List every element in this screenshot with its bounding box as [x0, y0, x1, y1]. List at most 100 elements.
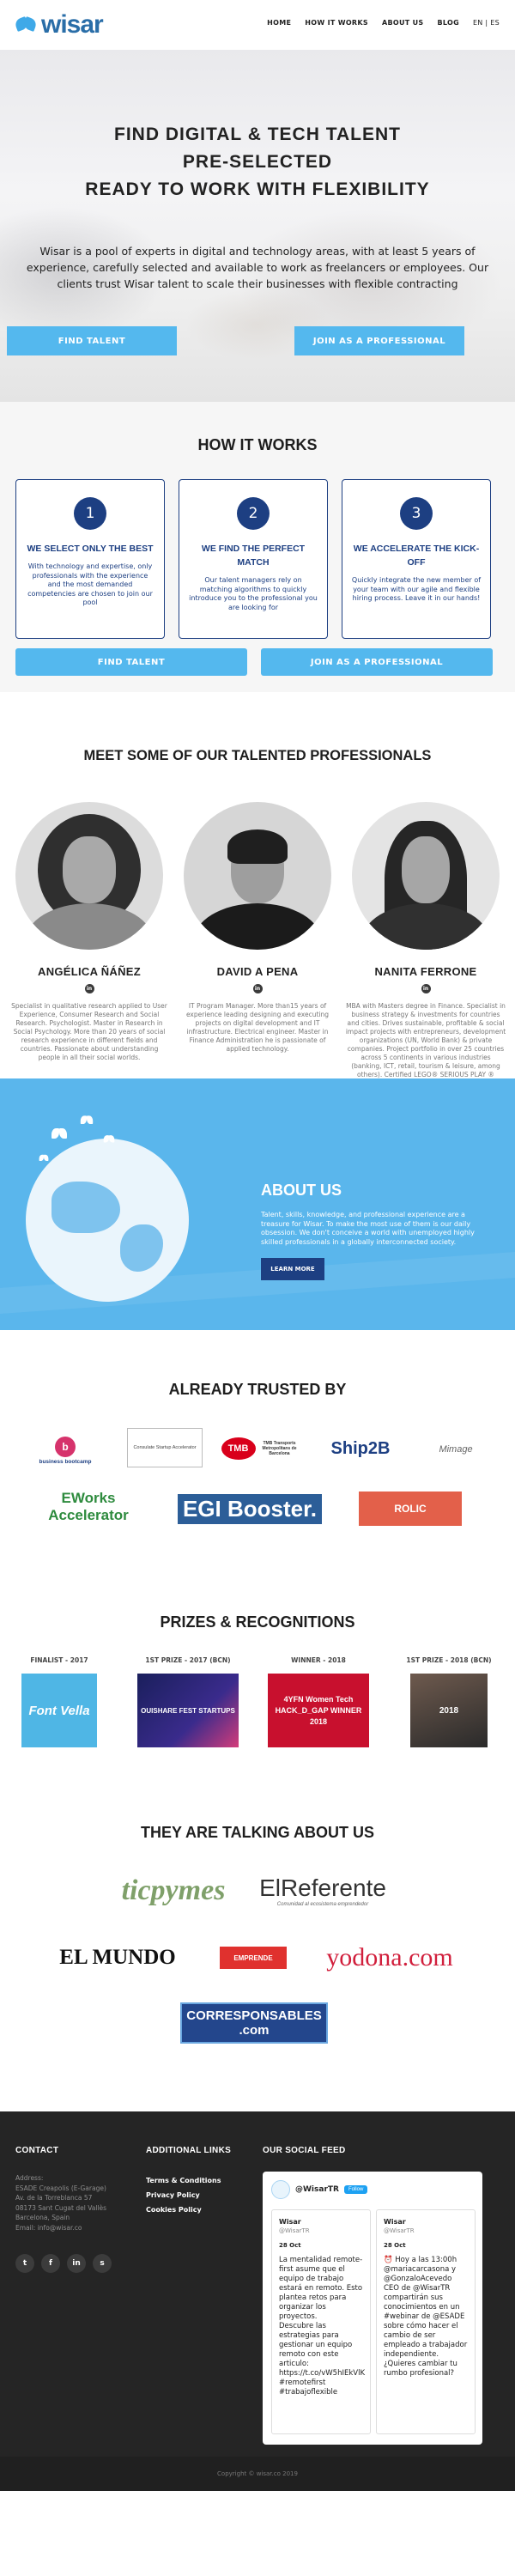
linkedin-icon[interactable]: in — [67, 2254, 86, 2273]
butterfly-icon — [80, 1115, 94, 1125]
butterfly-logo-icon — [14, 13, 38, 37]
step-text: Quickly integrate the new member of your… — [351, 576, 482, 602]
tweet-card[interactable]: Wisar @WisarTR 28 Oct La mentalidad remo… — [271, 2209, 371, 2434]
tweet-card[interactable]: Wisar @WisarTR 28 Oct ⏰ Hoy a las 13:00h… — [376, 2209, 476, 2434]
nav-how-it-works[interactable]: HOW IT WORKS — [305, 19, 368, 27]
butterfly-icon — [103, 1135, 115, 1144]
logo-label: TMB Transports Metropolitans de Barcelon… — [262, 1441, 297, 1456]
site-header: wisar HOME HOW IT WORKS ABOUT US BLOG EN… — [0, 0, 515, 50]
privacy-link[interactable]: Privacy Policy — [146, 2188, 221, 2202]
yodona-logo: yodona.com — [326, 1943, 453, 1971]
section-title: ALREADY TRUSTED BY — [168, 1381, 347, 1398]
hack-d-gap-prize-image: 4YFN Women Tech HACK_D_GAP WINNER 2018 — [268, 1674, 369, 1747]
how-it-works-section: HOW IT WORKS 1 WE SELECT ONLY THE BEST W… — [0, 402, 515, 692]
prize-label: 1ST PRIZE - 2017 (BCN) — [145, 1656, 231, 1664]
about-text: Talent, skills, knowledge, and professio… — [261, 1211, 475, 1246]
step-text: With technology and expertise, only prof… — [27, 562, 153, 606]
professional-photo — [184, 802, 331, 950]
contact-line: 08173 Sant Cugat del Vallès — [15, 2203, 107, 2212]
wisar-logo[interactable]: wisar — [14, 10, 104, 39]
prize-item: WINNER - 2018 4YFN Women Tech HACK_D_GAP… — [263, 1656, 374, 1747]
about-section: ABOUT US Talent, skills, knowledge, and … — [0, 1078, 515, 1330]
join-as-professional-button[interactable]: JOIN AS A PROFESSIONAL — [294, 326, 464, 355]
learn-more-button[interactable]: LEARN MORE — [261, 1258, 324, 1280]
logo-tagline: Comunidad al ecosistema emprendedor — [276, 1902, 369, 1907]
hero-section: FIND DIGITAL & TECH TALENT PRE-SELECTED … — [0, 50, 515, 402]
social-links: t f in s — [15, 2254, 112, 2273]
tmb-logo: TMB TMB Transports Metropolitans de Barc… — [220, 1431, 302, 1466]
additional-links: Terms & Conditions Privacy Policy Cookie… — [146, 2173, 221, 2217]
contact-line: Barcelona, Spain — [15, 2214, 70, 2221]
ticpymes-logo: ticpymes — [121, 1874, 226, 1906]
twitter-icon[interactable]: t — [15, 2254, 34, 2273]
logo-text: wisar — [41, 10, 104, 39]
b-icon: b — [55, 1436, 76, 1457]
butterfly-icon — [52, 1128, 67, 1140]
page: wisar HOME HOW IT WORKS ABOUT US BLOG EN… — [0, 0, 515, 2576]
skype-icon[interactable]: s — [93, 2254, 112, 2273]
emprende-logo: EMPRENDE — [220, 1947, 287, 1969]
step-title: WE ACCELERATE THE KICK-OFF — [353, 544, 480, 568]
find-talent-button[interactable]: FIND TALENT — [15, 648, 247, 676]
prize-label: 1ST PRIZE - 2018 (BCN) — [406, 1656, 492, 1664]
logo-label: ElReferente — [259, 1874, 386, 1901]
step-number-badge: 2 — [237, 497, 270, 530]
language-switch[interactable]: EN | ES — [473, 19, 500, 27]
contact-line: Address: — [15, 2174, 44, 2182]
about-title: ABOUT US — [261, 1182, 342, 1199]
section-title: THEY ARE TALKING ABOUT US — [140, 1824, 374, 1841]
tweet-body: ⏰ Hoy a las 13:00h @mariacarcasona y @Go… — [384, 2256, 468, 2378]
tweet-user: Wisar — [279, 2218, 301, 2226]
prize-label: FINALIST - 2017 — [30, 1656, 88, 1664]
butterfly-icon — [39, 1154, 49, 1162]
nav-home[interactable]: HOME — [267, 19, 291, 27]
step-number-badge: 3 — [400, 497, 433, 530]
linkedin-icon[interactable]: in — [252, 984, 263, 993]
terms-link[interactable]: Terms & Conditions — [146, 2173, 221, 2188]
press-section: THEY ARE TALKING ABOUT US ticpymes ElRef… — [0, 1824, 515, 2111]
join-as-professional-button[interactable]: JOIN AS A PROFESSIONAL — [261, 648, 493, 676]
wisar-avatar — [271, 2180, 290, 2199]
cookies-link[interactable]: Cookies Policy — [146, 2202, 221, 2217]
globe-illustration — [26, 1139, 189, 1302]
social-feed-heading: OUR SOCIAL FEED — [263, 2146, 346, 2155]
font-vella-prize-image: Font Vella — [21, 1674, 97, 1747]
professional-photo — [352, 802, 500, 950]
business-bootcamp-logo: b business bootcamp — [29, 1431, 101, 1469]
follow-button[interactable]: Follow — [343, 2185, 368, 2194]
professional-name: ANGÉLICA ÑÁÑEZ — [38, 965, 141, 978]
professionals-section: MEET SOME OF OUR TALENTED PROFESSIONALS … — [0, 692, 515, 1087]
step-card: 3 WE ACCELERATE THE KICK-OFF Quickly int… — [342, 479, 491, 639]
site-footer: CONTACT Address: ESADE Creapolis (E-Gara… — [0, 2111, 515, 2491]
feed-handle[interactable]: @WisarTR — [295, 2185, 339, 2194]
nav-about-us[interactable]: ABOUT US — [382, 19, 424, 27]
contact-email[interactable]: Email: info@wisar.co — [15, 2223, 106, 2233]
corresponsables-logo: CORRESPONSABLES .com — [180, 2002, 328, 2044]
section-title: HOW IT WORKS — [197, 436, 318, 453]
step-number-badge: 1 — [74, 497, 106, 530]
mimage-logo: Mimage — [439, 1444, 473, 1455]
step-title: WE FIND THE PERFECT MATCH — [201, 544, 306, 568]
linkedin-icon[interactable]: in — [421, 984, 431, 993]
ship2b-logo: Ship2B — [330, 1438, 391, 1458]
egi-booster-logo: EGI Booster. — [161, 1492, 342, 1526]
find-talent-button[interactable]: FIND TALENT — [7, 326, 177, 355]
section-title: PRIZES & RECOGNITIONS — [160, 1613, 355, 1631]
hero-title-line: READY TO WORK WITH FLEXIBILITY — [85, 179, 430, 199]
consulate-logo: Consulate Startup Accelerator — [127, 1428, 203, 1467]
prize-item: FINALIST - 2017 Font Vella — [3, 1656, 115, 1747]
tweet-body: La mentalidad remote-first asume que el … — [279, 2256, 366, 2397]
step-title: WE SELECT ONLY THE BEST — [27, 544, 154, 554]
egi-mark: EGI Booster. — [177, 1493, 323, 1524]
nav-blog[interactable]: BLOG — [437, 19, 458, 27]
elreferente-logo: ElReferente Comunidad al ecosistema empr… — [251, 1868, 395, 1913]
prize-item: 1ST PRIZE - 2018 (BCN) 2018 — [393, 1656, 505, 1747]
prizes-section: PRIZES & RECOGNITIONS FINALIST - 2017 Fo… — [0, 1607, 515, 1824]
contact-details: Address: ESADE Creapolis (E-Garage) Av. … — [15, 2173, 106, 2233]
logo-label: business bootcamp — [39, 1458, 92, 1465]
linkedin-icon[interactable]: in — [84, 984, 94, 993]
elmundo-logo: EL MUNDO — [59, 1946, 176, 1969]
tweet-date: 28 Oct — [279, 2242, 301, 2249]
facebook-icon[interactable]: f — [41, 2254, 60, 2273]
professional-card: DAVID A PENA in IT Program Manager. More… — [177, 802, 338, 1054]
